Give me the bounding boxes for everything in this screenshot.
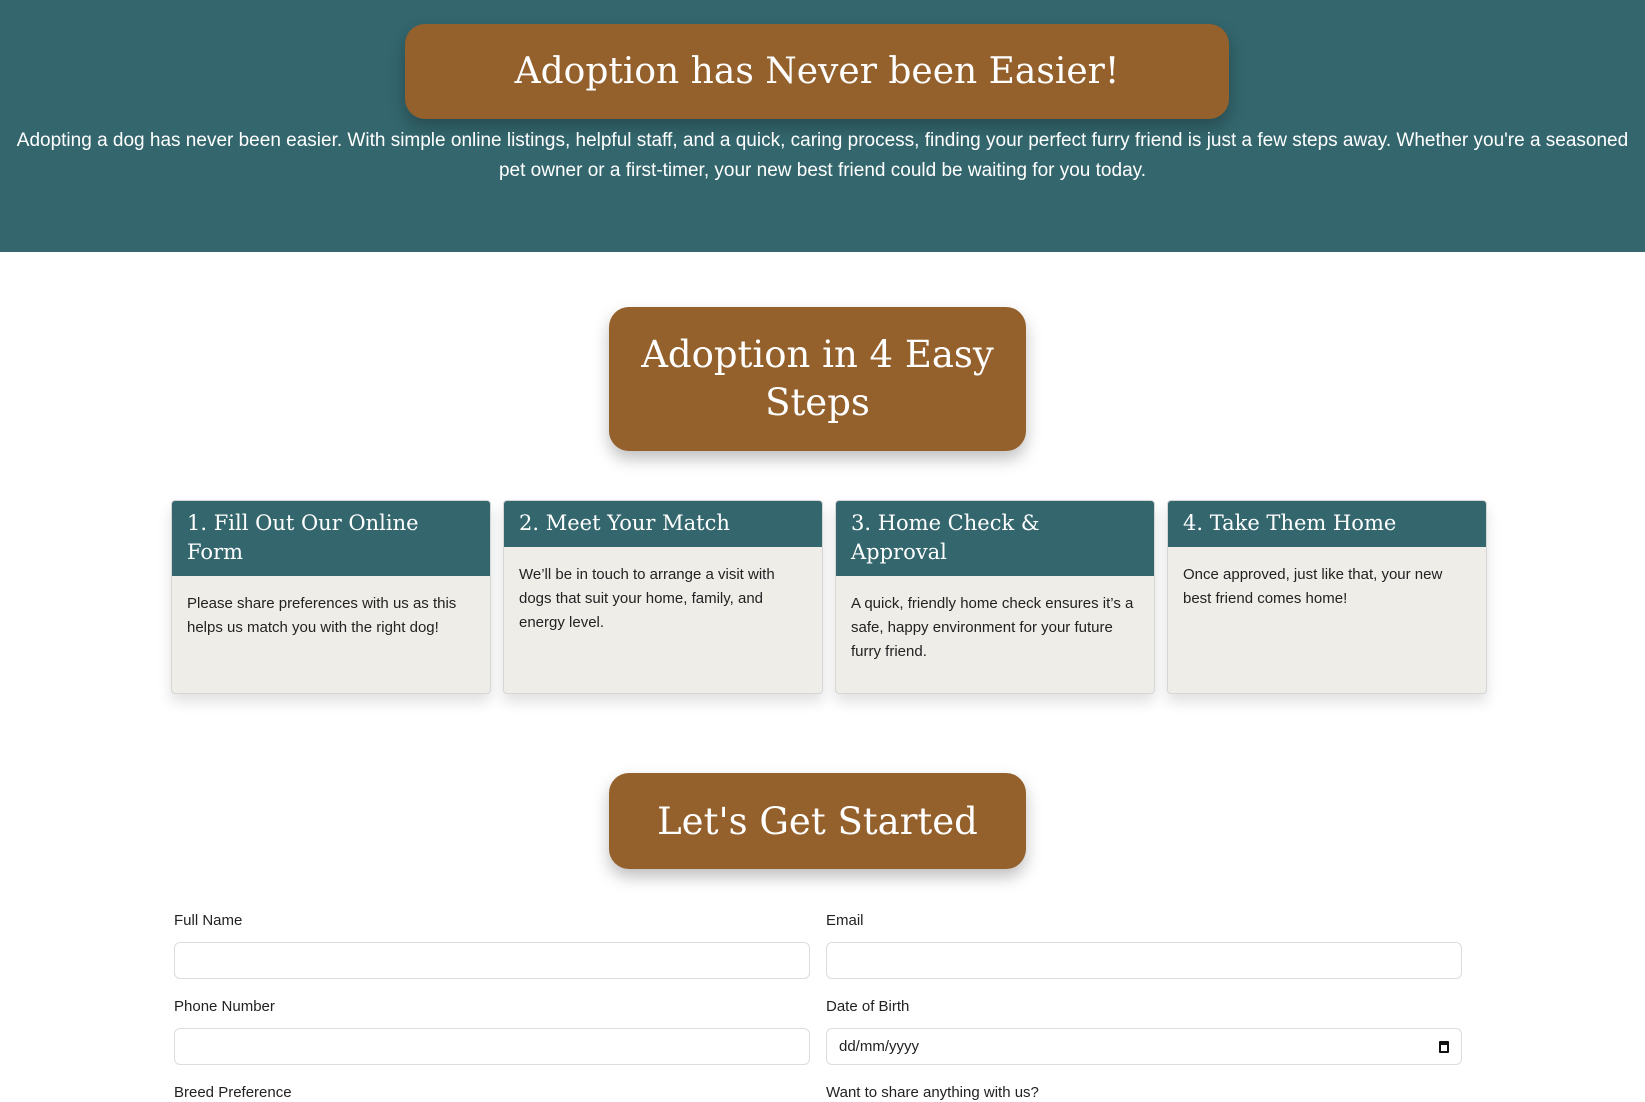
step-title: 4. Take Them Home	[1168, 501, 1486, 547]
calendar-icon[interactable]	[1439, 1040, 1449, 1053]
step-text: Please share preferences with us as this…	[187, 595, 457, 636]
phone-input[interactable]	[174, 1028, 810, 1065]
step-text: We’ll be in touch to arrange a visit wit…	[519, 566, 775, 631]
email-label: Email	[826, 912, 864, 929]
email-input[interactable]	[826, 942, 1462, 979]
step-text: A quick, friendly home check ensures it’…	[851, 595, 1134, 660]
dob-placeholder: dd/mm/yyyy	[839, 1038, 920, 1055]
dob-input[interactable]: dd/mm/yyyy	[826, 1028, 1462, 1065]
full-name-input[interactable]	[174, 942, 810, 979]
step-card: 1. Fill Out Our Online Form Please share …	[171, 500, 491, 694]
steps-title: Adoption in 4 Easy Steps	[609, 307, 1026, 451]
step-text: Once approved, just like that, your new …	[1183, 566, 1443, 607]
step-title: 2. Meet Your Match	[504, 501, 822, 547]
hero-title: Adoption has Never been Easier!	[405, 24, 1229, 119]
phone-label: Phone Number	[174, 998, 275, 1015]
full-name-label: Full Name	[174, 912, 243, 929]
hero-text: Adopting a dog has never been easier. Wi…	[16, 130, 1629, 181]
hero-section: Adoption has Never been Easier! Adopting…	[0, 0, 1645, 252]
steps-cards: 1. Fill Out Our Online Form Please share …	[171, 500, 1487, 694]
step-card: 2. Meet Your Match We’ll be in touch to a…	[503, 500, 823, 694]
step-title: 3. Home Check & Approval	[836, 501, 1154, 576]
step-card: 3. Home Check & Approval A quick, friendl…	[835, 500, 1155, 694]
share-label: Want to share anything with us?	[826, 1084, 1039, 1101]
breed-label: Breed Preference	[174, 1084, 292, 1101]
form-title: Let's Get Started	[609, 773, 1026, 869]
step-title: 1. Fill Out Our Online Form	[172, 501, 490, 576]
dob-label: Date of Birth	[826, 998, 910, 1015]
step-card: 4. Take Them Home Once approved, just lik…	[1167, 500, 1487, 694]
